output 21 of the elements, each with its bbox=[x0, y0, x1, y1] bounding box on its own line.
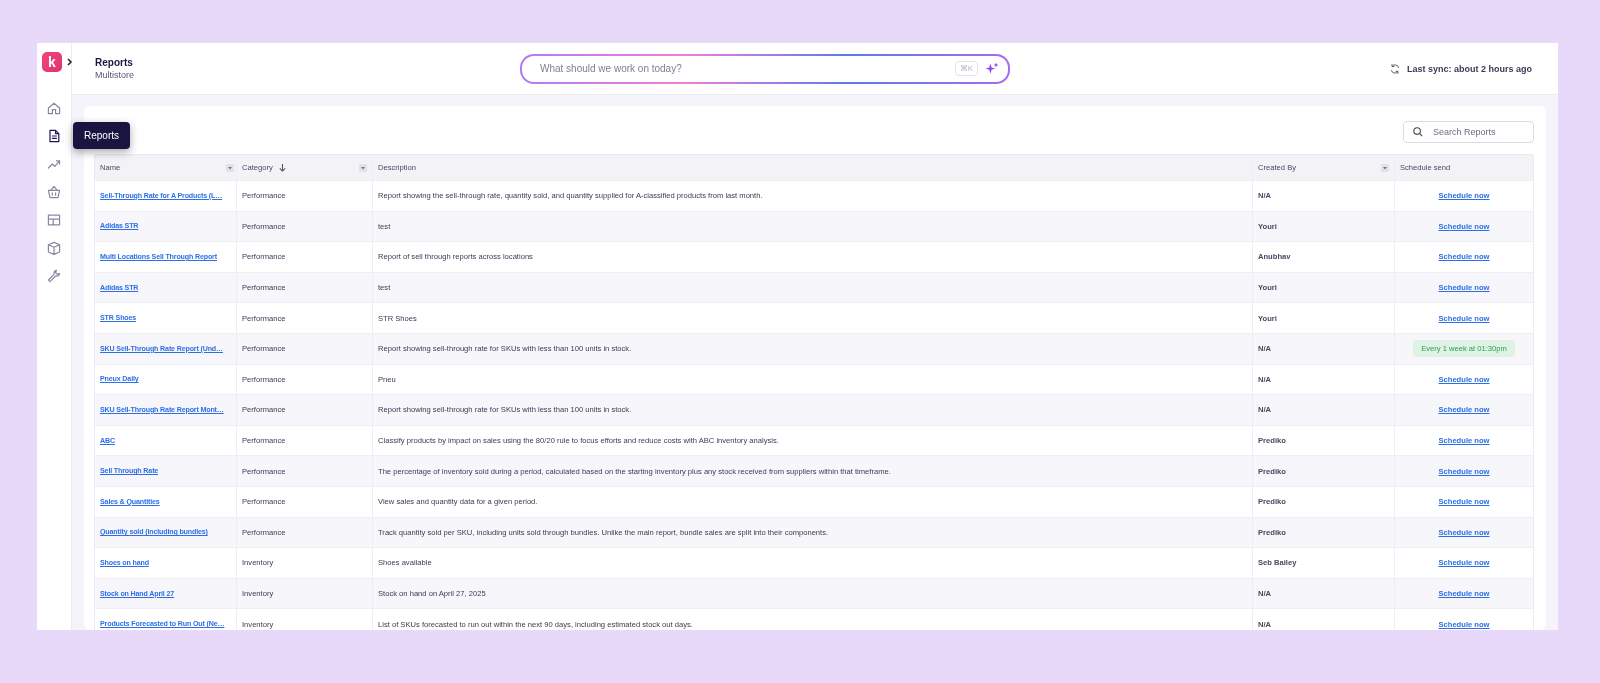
store-name: Multistore bbox=[95, 70, 135, 80]
column-menu-icon[interactable] bbox=[226, 163, 234, 172]
sync-status: Last sync: about 2 hours ago bbox=[1406, 63, 1532, 74]
basket-icon[interactable] bbox=[46, 184, 62, 200]
column-menu-icon[interactable] bbox=[359, 163, 367, 172]
wrench-icon[interactable] bbox=[46, 268, 62, 284]
logo[interactable]: k bbox=[42, 52, 62, 72]
tooltip: Reports bbox=[73, 122, 130, 149]
search-icon bbox=[1412, 126, 1424, 138]
box-icon[interactable] bbox=[46, 240, 62, 256]
home-icon[interactable] bbox=[46, 100, 62, 116]
column-menu-icon[interactable] bbox=[1381, 163, 1389, 172]
ask-field[interactable]: What should we work on today? bbox=[538, 62, 949, 75]
search-bar[interactable]: Search Reports bbox=[1403, 121, 1534, 143]
sort-arrow-icon[interactable] bbox=[277, 163, 287, 172]
panel-icon[interactable] bbox=[46, 212, 62, 228]
search-field[interactable]: Search Reports bbox=[1431, 126, 1525, 138]
chevron-icon[interactable] bbox=[66, 58, 74, 66]
document-icon[interactable] bbox=[46, 128, 62, 144]
page-title: Reports bbox=[95, 57, 134, 68]
refresh-icon[interactable] bbox=[1388, 62, 1401, 75]
